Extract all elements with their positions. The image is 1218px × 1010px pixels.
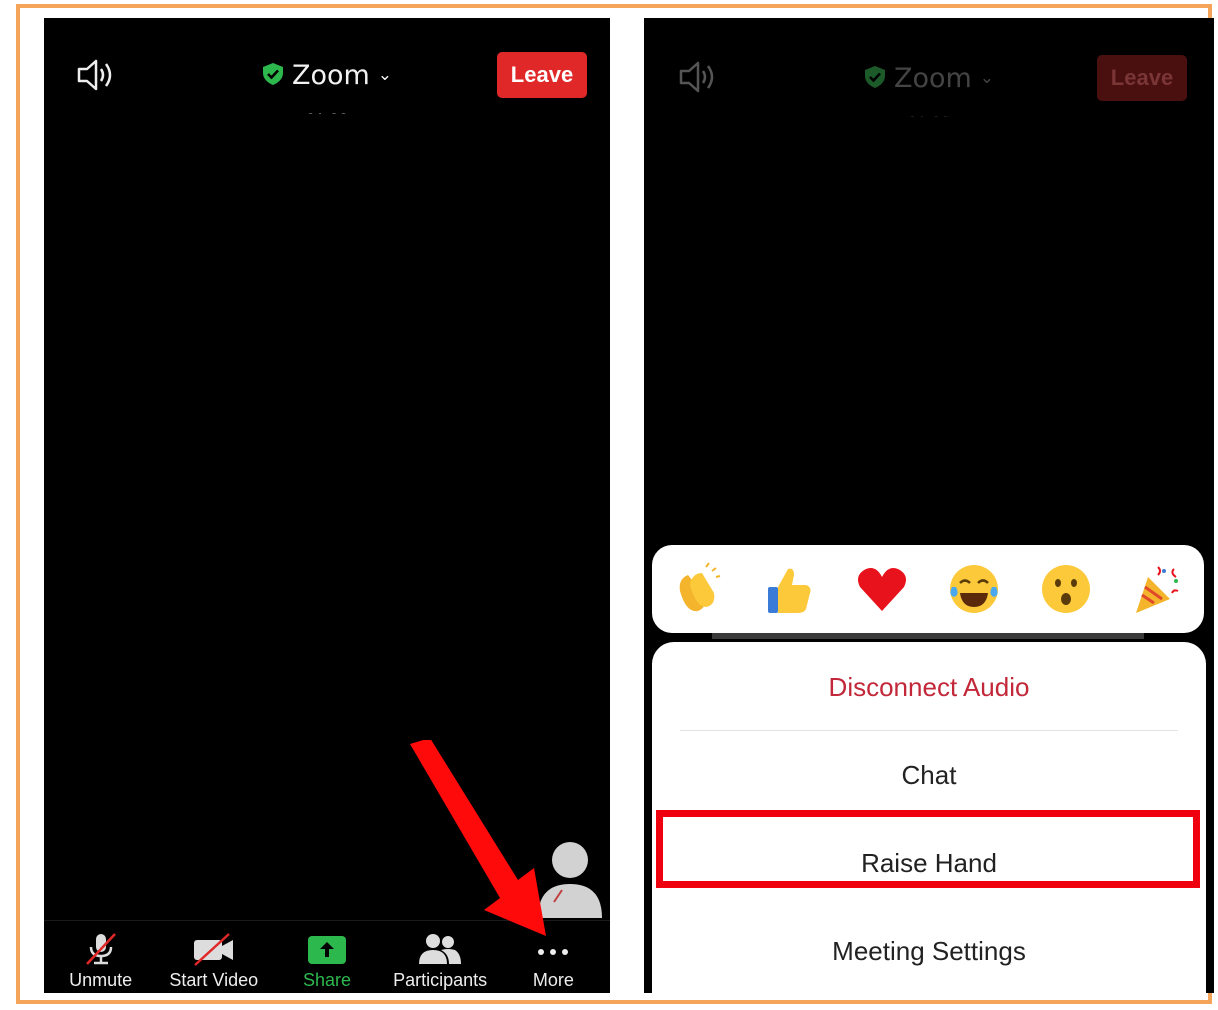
leave-button: Leave — [1097, 55, 1187, 101]
share-button[interactable]: Share — [272, 932, 382, 993]
heart-icon[interactable] — [854, 561, 910, 617]
participants-label: Participants — [393, 970, 488, 990]
meeting-top-bar-dimmed: Zoom ⌄ 01:02 Leave — [644, 18, 1214, 136]
tears-of-joy-icon[interactable] — [946, 561, 1002, 617]
disconnect-audio-item[interactable]: Disconnect Audio — [652, 672, 1206, 703]
clapping-hands-icon[interactable] — [670, 561, 726, 617]
meeting-title-text: Zoom — [291, 60, 370, 91]
meeting-title-text: Zoom — [893, 63, 972, 94]
meeting-timer: 01:02 — [44, 104, 610, 114]
share-label: Share — [302, 970, 351, 990]
more-label: More — [532, 970, 574, 990]
participants-button[interactable]: Participants — [385, 932, 495, 993]
surprised-face-icon[interactable] — [1038, 561, 1094, 617]
chat-item[interactable]: Chat — [652, 760, 1206, 791]
start-video-button[interactable]: Start Video — [159, 932, 269, 993]
microphone-muted-icon — [85, 933, 116, 965]
thumbs-up-icon[interactable] — [762, 561, 818, 617]
meeting-settings-item[interactable]: Meeting Settings — [652, 936, 1206, 967]
chevron-down-icon: ⌄ — [979, 68, 995, 88]
unmute-button[interactable]: Unmute — [46, 932, 156, 993]
start-video-label: Start Video — [169, 970, 259, 990]
video-off-icon — [193, 933, 233, 966]
annotation-highlight-box — [656, 810, 1200, 888]
more-button[interactable]: More — [498, 932, 608, 993]
shield-icon — [864, 65, 886, 96]
share-icon — [307, 936, 346, 964]
shield-icon — [262, 62, 284, 93]
annotation-arrow-icon — [410, 740, 546, 936]
leave-button[interactable]: Leave — [497, 52, 587, 98]
chevron-down-icon: ⌄ — [377, 65, 393, 85]
meeting-timer: 01:02 — [644, 107, 1214, 117]
meeting-top-bar: Zoom ⌄ 01:02 Leave — [44, 18, 610, 136]
unmute-label: Unmute — [69, 970, 133, 990]
reactions-bar — [652, 545, 1204, 639]
menu-divider — [680, 730, 1178, 731]
more-menu-sheet: Disconnect Audio Chat Raise Hand Meeting… — [652, 642, 1206, 993]
party-popper-icon[interactable] — [1130, 561, 1186, 617]
reactions-bar-shadow — [712, 633, 1144, 639]
meeting-screen-right: Zoom ⌄ 01:02 Leave — [644, 18, 1214, 993]
